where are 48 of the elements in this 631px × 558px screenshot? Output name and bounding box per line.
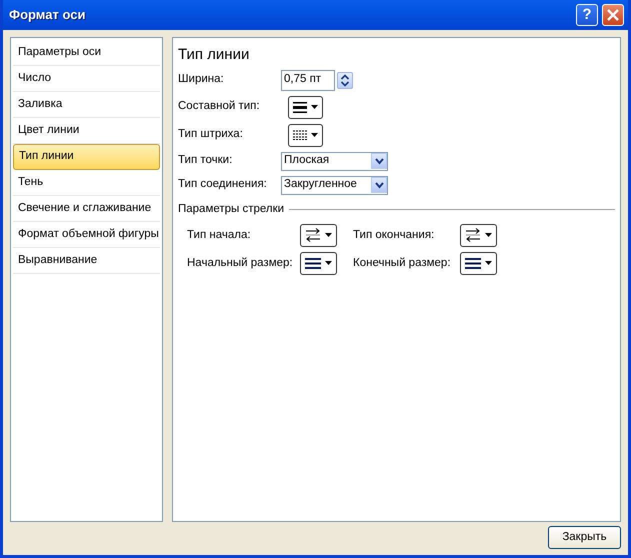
sidebar-item[interactable]: Параметры оси bbox=[13, 40, 160, 66]
sidebar-item[interactable]: Заливка bbox=[13, 92, 160, 118]
lines-icon bbox=[293, 102, 307, 112]
style-picker[interactable] bbox=[288, 124, 323, 146]
arrows-icon bbox=[465, 227, 481, 244]
sidebar-item[interactable]: Выравнивание bbox=[13, 248, 160, 274]
sidebar-item[interactable]: Формат объемной фигуры bbox=[13, 222, 160, 248]
field-label: Конечный размер: bbox=[353, 256, 452, 271]
sidebar-item[interactable]: Тень bbox=[13, 170, 160, 196]
window-title: Формат оси bbox=[9, 6, 86, 24]
field-label: Тип штриха: bbox=[178, 127, 244, 142]
dropdown[interactable]: Плоская bbox=[281, 152, 388, 170]
section-title: Параметры стрелки bbox=[178, 202, 284, 216]
close-button[interactable]: Закрыть bbox=[548, 526, 621, 549]
style-picker[interactable] bbox=[460, 252, 497, 275]
caret-icon bbox=[485, 233, 492, 238]
caret-icon bbox=[485, 261, 492, 266]
dropdown-value: Плоская bbox=[284, 153, 330, 168]
lines-icon bbox=[465, 258, 481, 269]
caret-icon bbox=[311, 133, 318, 137]
help-button[interactable]: ? bbox=[576, 4, 598, 26]
field-label: Тип начала: bbox=[187, 228, 252, 243]
sidebar-item[interactable]: Свечение и сглаживание bbox=[13, 196, 160, 222]
caret-icon bbox=[325, 261, 332, 266]
field-label: Начальный размер: bbox=[187, 256, 294, 271]
arrows-icon bbox=[305, 227, 321, 244]
field-label: Тип окончания: bbox=[353, 228, 436, 243]
style-picker[interactable] bbox=[288, 96, 323, 118]
close-button[interactable] bbox=[602, 4, 624, 26]
style-picker[interactable] bbox=[300, 252, 337, 275]
field-label: Тип точки: bbox=[178, 153, 234, 168]
number-field[interactable]: 0,75 пт bbox=[281, 70, 335, 90]
close-icon bbox=[607, 9, 619, 21]
dropdown-value: Закругленное bbox=[284, 177, 357, 192]
panel-title: Тип линии bbox=[178, 45, 250, 65]
caret-icon bbox=[311, 105, 318, 109]
caret-icon bbox=[325, 233, 332, 238]
style-picker[interactable] bbox=[300, 224, 337, 247]
style-picker[interactable] bbox=[460, 224, 497, 247]
field-label: Тип соединения: bbox=[178, 177, 268, 192]
field-label: Ширина: bbox=[178, 72, 225, 88]
dropdown[interactable]: Закругленное bbox=[281, 176, 388, 194]
field-label: Составной тип: bbox=[178, 99, 261, 114]
sidebar-item[interactable]: Число bbox=[13, 66, 160, 92]
lines-icon bbox=[305, 258, 321, 269]
sidebar-item[interactable]: Тип линии bbox=[13, 144, 160, 170]
dashed-lines-icon bbox=[293, 130, 307, 140]
spin-button[interactable] bbox=[337, 72, 353, 88]
